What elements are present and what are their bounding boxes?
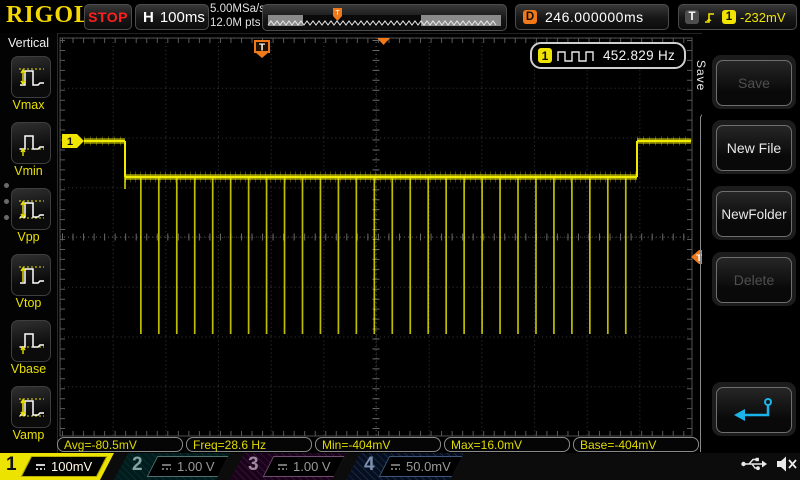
vpp-label: Vpp [0, 230, 57, 244]
channel-4-scale: 50.0mV [406, 459, 451, 474]
channel-3-scale: 1.00 V [293, 459, 331, 474]
square-wave-icon [557, 49, 597, 62]
left-menu-title: Vertical [0, 36, 57, 50]
vmin-label: Vmin [0, 164, 57, 178]
measurement-avg[interactable]: Avg=-80.5mV [57, 437, 183, 452]
svg-text:1: 1 [67, 136, 73, 148]
menu-slot-back [712, 382, 796, 436]
waveform-overview-thumbnail[interactable]: T [262, 4, 507, 31]
vamp-icon [16, 392, 46, 422]
channel-2-scale: 1.00 V [177, 459, 215, 474]
menu-slot-new-folder: NewFolder [712, 186, 796, 240]
trigger-readout-box[interactable]: T 1 -232mV [678, 4, 797, 30]
measurement-min[interactable]: Min=-404mV [315, 437, 441, 452]
left-measure-menu: Vertical Vmax Vmin Vpp Vtop [0, 33, 58, 453]
channel-2-scale-box: 1.00 V [147, 456, 230, 477]
channel-1-number: 1 [6, 454, 17, 476]
vmax-label: Vmax [0, 98, 57, 112]
dc-coupling-icon [162, 464, 171, 470]
overview-trigger-pin: T [333, 8, 342, 21]
dc-coupling-icon [36, 464, 45, 470]
freq-counter-channel-badge: 1 [538, 48, 552, 63]
t-label: T [685, 10, 699, 24]
h-label: H [143, 9, 154, 26]
measurement-base[interactable]: Base=-404mV [573, 437, 699, 452]
vtop-button[interactable] [11, 254, 51, 296]
channel-4-tab[interactable]: 4 50.0mV [346, 453, 464, 480]
trigger-flag-label: T [259, 43, 265, 54]
channel-1-scale: 100mV [51, 459, 92, 474]
back-button[interactable] [716, 387, 792, 433]
vpp-button[interactable] [11, 188, 51, 230]
channel-2-number: 2 [132, 454, 143, 476]
channel-4-number: 4 [364, 454, 375, 476]
speaker-muted-icon [776, 455, 798, 473]
vmin-button[interactable] [11, 122, 51, 164]
new-folder-button[interactable]: NewFolder [716, 191, 792, 237]
delete-button[interactable]: Delete [716, 257, 792, 303]
channel-status-bar: 1 100mV 2 1.00 V 3 1.00 V 4 [0, 453, 800, 480]
channel-3-number: 3 [248, 454, 259, 476]
svg-text:T: T [335, 10, 340, 17]
channel-1-scale-box: 100mV [21, 456, 108, 477]
graticule [60, 38, 692, 436]
menu-scroll-dots [4, 183, 9, 220]
frequency-counter: 1 452.829 Hz [530, 42, 686, 69]
vtop-icon [16, 260, 46, 290]
d-label: D [523, 10, 537, 24]
overview-wave: T [263, 5, 506, 30]
dc-coupling-icon [391, 464, 400, 470]
horizontal-timebase-box[interactable]: H 100ms [135, 4, 209, 30]
return-arrow-icon [730, 395, 778, 425]
vmax-button[interactable] [11, 56, 51, 98]
menu-slot-delete: Delete [712, 252, 796, 306]
vtop-label: Vtop [0, 296, 57, 310]
trigger-level-value: -232mV [740, 10, 786, 25]
channel-2-tab[interactable]: 2 1.00 V [114, 453, 230, 480]
vmin-icon [16, 128, 46, 158]
brand-logo: RIGOL [6, 2, 91, 29]
oscilloscope-screen: { "brand": "RIGOL", "top_bar": { "run_st… [0, 0, 800, 480]
timebase-value: 100ms [160, 9, 205, 26]
channel-1-tab[interactable]: 1 100mV [0, 453, 114, 480]
sample-rate: 5.00MSa/s [210, 3, 265, 17]
vamp-button[interactable] [11, 386, 51, 428]
vamp-label: Vamp [0, 428, 57, 442]
channel-3-tab[interactable]: 3 1.00 V [230, 453, 346, 480]
menu-slot-new-file: New File [712, 120, 796, 174]
menu-tab-label: Save [694, 60, 708, 91]
vpp-icon [16, 194, 46, 224]
run-state-indicator[interactable]: STOP [84, 4, 132, 30]
usb-icon [740, 455, 768, 473]
channel-4-scale-box: 50.0mV [379, 456, 464, 477]
measurement-max[interactable]: Max=16.0mV [444, 437, 570, 452]
vbase-icon [16, 326, 46, 356]
channel-3-scale-box: 1.00 V [263, 456, 346, 477]
trigger-source-badge: 1 [722, 10, 736, 24]
delay-readout-box[interactable]: D 246.000000ms [515, 4, 669, 30]
rising-edge-icon [703, 10, 718, 25]
acquisition-info: 5.00MSa/s 12.0M pts [210, 3, 265, 30]
new-file-button[interactable]: New File [716, 125, 792, 171]
vbase-label: Vbase [0, 362, 57, 376]
vmax-icon [16, 62, 46, 92]
menu-slot-save: Save [712, 55, 796, 109]
measurement-results-bar: Avg=-80.5mV Freq=28.6 Hz Min=-404mV Max=… [57, 437, 702, 453]
save-button[interactable]: Save [716, 60, 792, 106]
dc-coupling-icon [278, 464, 287, 470]
measurement-freq[interactable]: Freq=28.6 Hz [186, 437, 312, 452]
vbase-button[interactable] [11, 320, 51, 362]
freq-counter-value: 452.829 Hz [603, 48, 675, 63]
run-state-label: STOP [88, 9, 128, 25]
waveform-display: T 1 T [0, 0, 800, 480]
memory-depth: 12.0M pts [210, 17, 265, 31]
delay-value: 246.000000ms [545, 9, 644, 25]
